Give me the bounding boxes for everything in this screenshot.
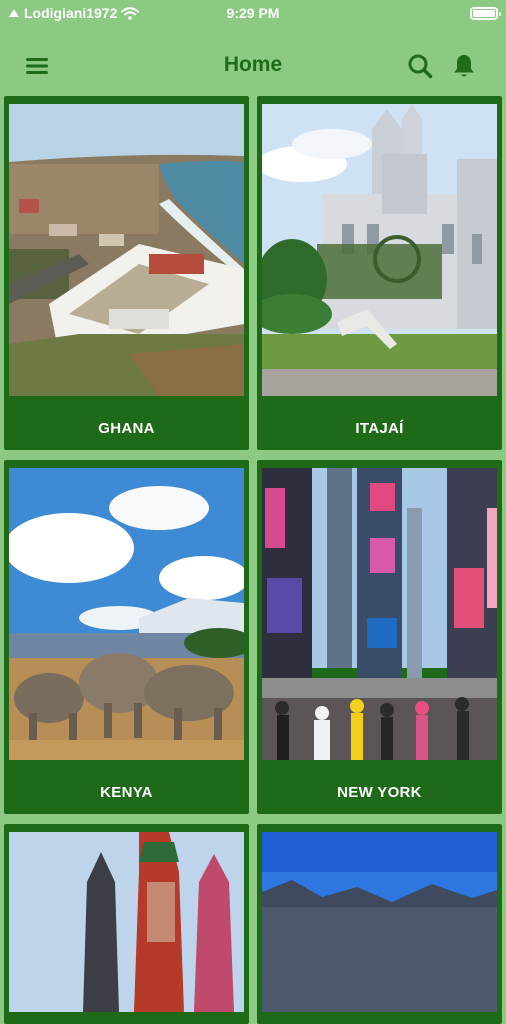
- destination-card-kenya[interactable]: KENYA: [4, 460, 249, 814]
- status-bar: Lodigiani1972 9:29 PM: [0, 0, 506, 28]
- destination-card-itajai[interactable]: ITAJAÍ: [257, 96, 502, 450]
- destination-card-5[interactable]: [4, 824, 249, 1024]
- destination-card-6[interactable]: [257, 824, 502, 1024]
- destination-label: ITAJAÍ: [355, 420, 404, 437]
- nav-bar: Home: [0, 40, 506, 92]
- new-york-photo: [262, 468, 497, 760]
- battery-icon: [470, 7, 501, 20]
- notifications-button[interactable]: [448, 50, 480, 82]
- destination-card-ghana[interactable]: GHANA: [4, 96, 249, 450]
- destination-card-new-york[interactable]: NEW YORK: [257, 460, 502, 814]
- destination-label: NEW YORK: [337, 784, 422, 801]
- kenya-photo: [9, 468, 244, 760]
- destination-label: GHANA: [98, 420, 155, 437]
- russia-cathedral-photo: [9, 832, 244, 1012]
- mountain-photo: [262, 832, 497, 1012]
- bell-icon: [454, 55, 474, 77]
- search-icon: [408, 54, 433, 79]
- ghana-photo: [9, 104, 244, 396]
- status-time: 9:29 PM: [226, 5, 280, 21]
- search-button[interactable]: [404, 50, 436, 82]
- itajai-photo: [262, 104, 497, 396]
- destination-label: KENYA: [100, 784, 153, 801]
